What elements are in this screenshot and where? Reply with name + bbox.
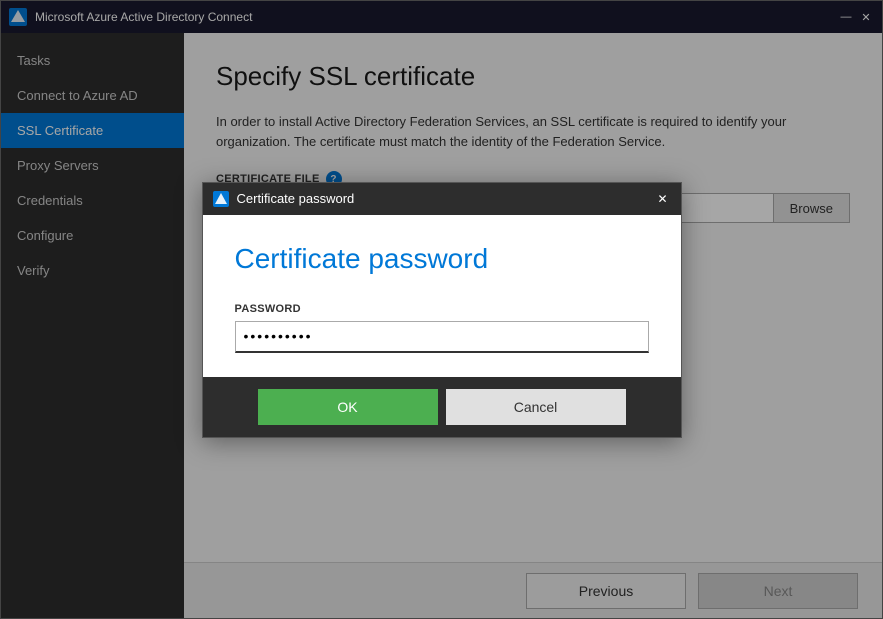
dialog-heading: Certificate password: [235, 243, 649, 275]
dialog-password-label: PASSWORD: [235, 303, 649, 315]
dialog-footer: OK Cancel: [203, 377, 681, 437]
dialog-title-bar: Certificate password ✕: [203, 183, 681, 215]
dialog-close-button[interactable]: ✕: [655, 191, 671, 207]
main-window: Microsoft Azure Active Directory Connect…: [0, 0, 883, 619]
dialog-password-input[interactable]: [235, 321, 649, 353]
dialog-body: Certificate password PASSWORD: [203, 215, 681, 377]
certificate-password-dialog: Certificate password ✕ Certificate passw…: [202, 182, 682, 438]
dialog-title-text: Certificate password: [237, 191, 655, 206]
dialog-app-icon: [213, 191, 229, 207]
dialog-overlay: Certificate password ✕ Certificate passw…: [1, 1, 882, 618]
dialog-cancel-button[interactable]: Cancel: [446, 389, 626, 425]
dialog-ok-button[interactable]: OK: [258, 389, 438, 425]
